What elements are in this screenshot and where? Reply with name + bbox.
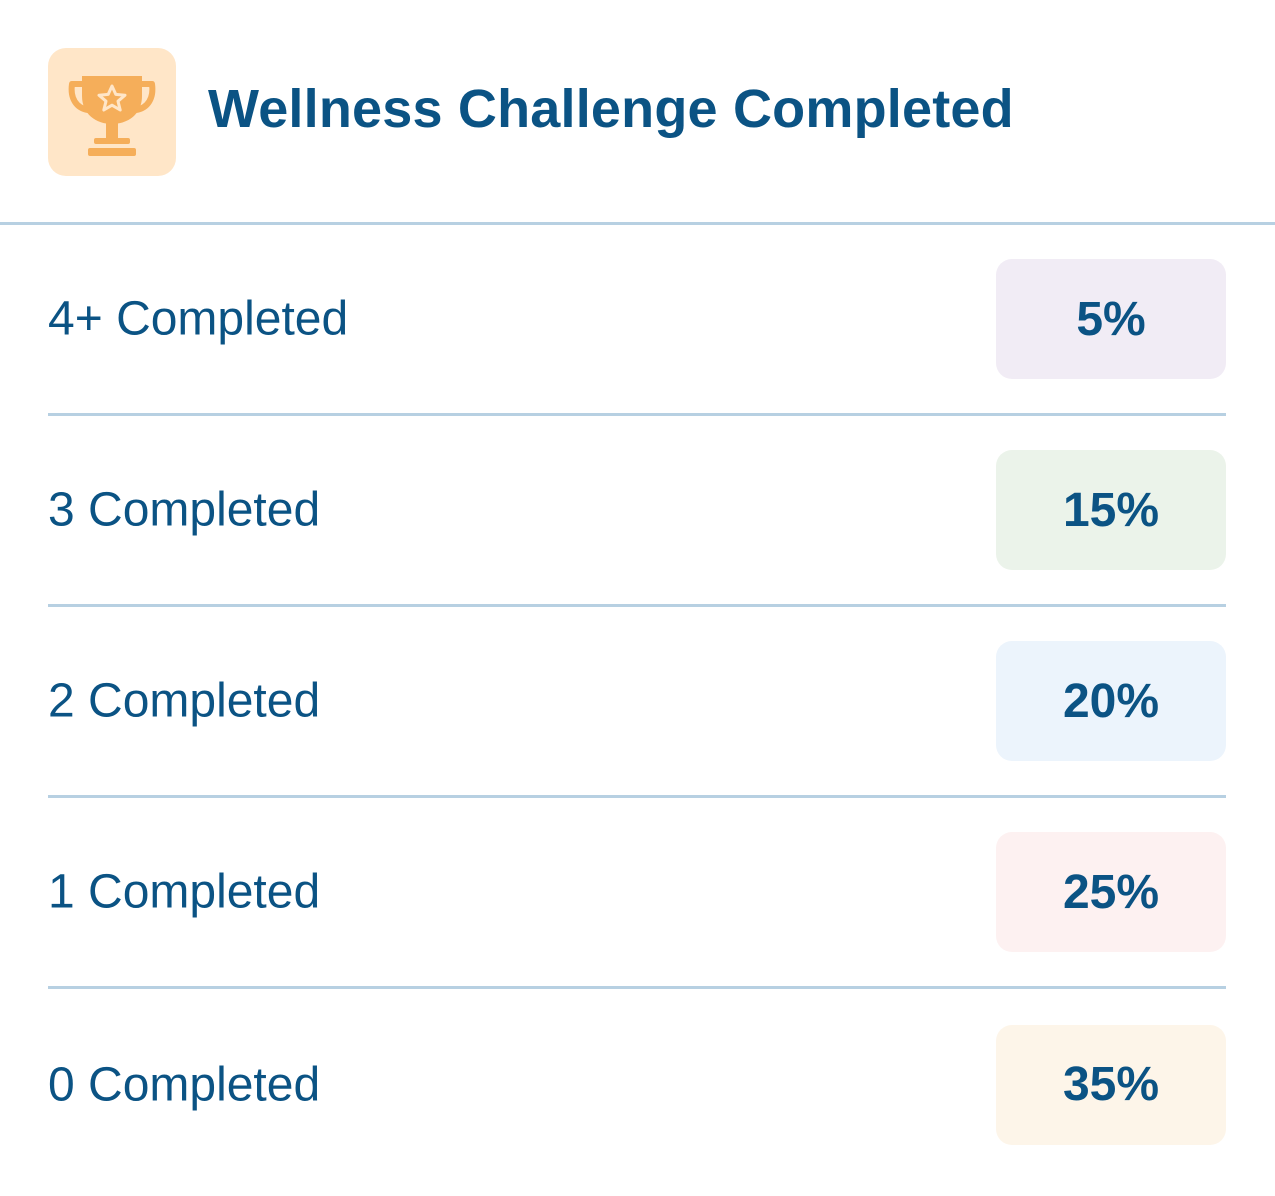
trophy-tile: [48, 48, 176, 176]
percentage-badge: 15%: [996, 450, 1226, 570]
list-item-0: 0 Completed 35%: [48, 989, 1226, 1180]
percentage-badge: 25%: [996, 832, 1226, 952]
row-label: 1 Completed: [48, 865, 321, 919]
list-item-3: 3 Completed 15%: [48, 416, 1226, 607]
list-item-2: 2 Completed 20%: [48, 607, 1226, 798]
card-title: Wellness Challenge Completed: [208, 79, 1014, 139]
row-label: 3 Completed: [48, 483, 321, 537]
trophy-icon: [68, 76, 156, 156]
row-label: 4+ Completed: [48, 292, 349, 346]
card-header: Wellness Challenge Completed: [0, 0, 1275, 225]
list-item-4plus: 4+ Completed 5%: [48, 225, 1226, 416]
percentage-badge: 20%: [996, 641, 1226, 761]
completion-list: 4+ Completed 5% 3 Completed 15% 2 Comple…: [48, 225, 1226, 1180]
percentage-badge: 5%: [996, 259, 1226, 379]
list-item-1: 1 Completed 25%: [48, 798, 1226, 989]
percentage-badge: 35%: [996, 1024, 1226, 1145]
wellness-card: Wellness Challenge Completed 4+ Complete…: [0, 0, 1275, 1196]
row-label: 0 Completed: [48, 1058, 321, 1111]
row-label: 2 Completed: [48, 674, 321, 728]
